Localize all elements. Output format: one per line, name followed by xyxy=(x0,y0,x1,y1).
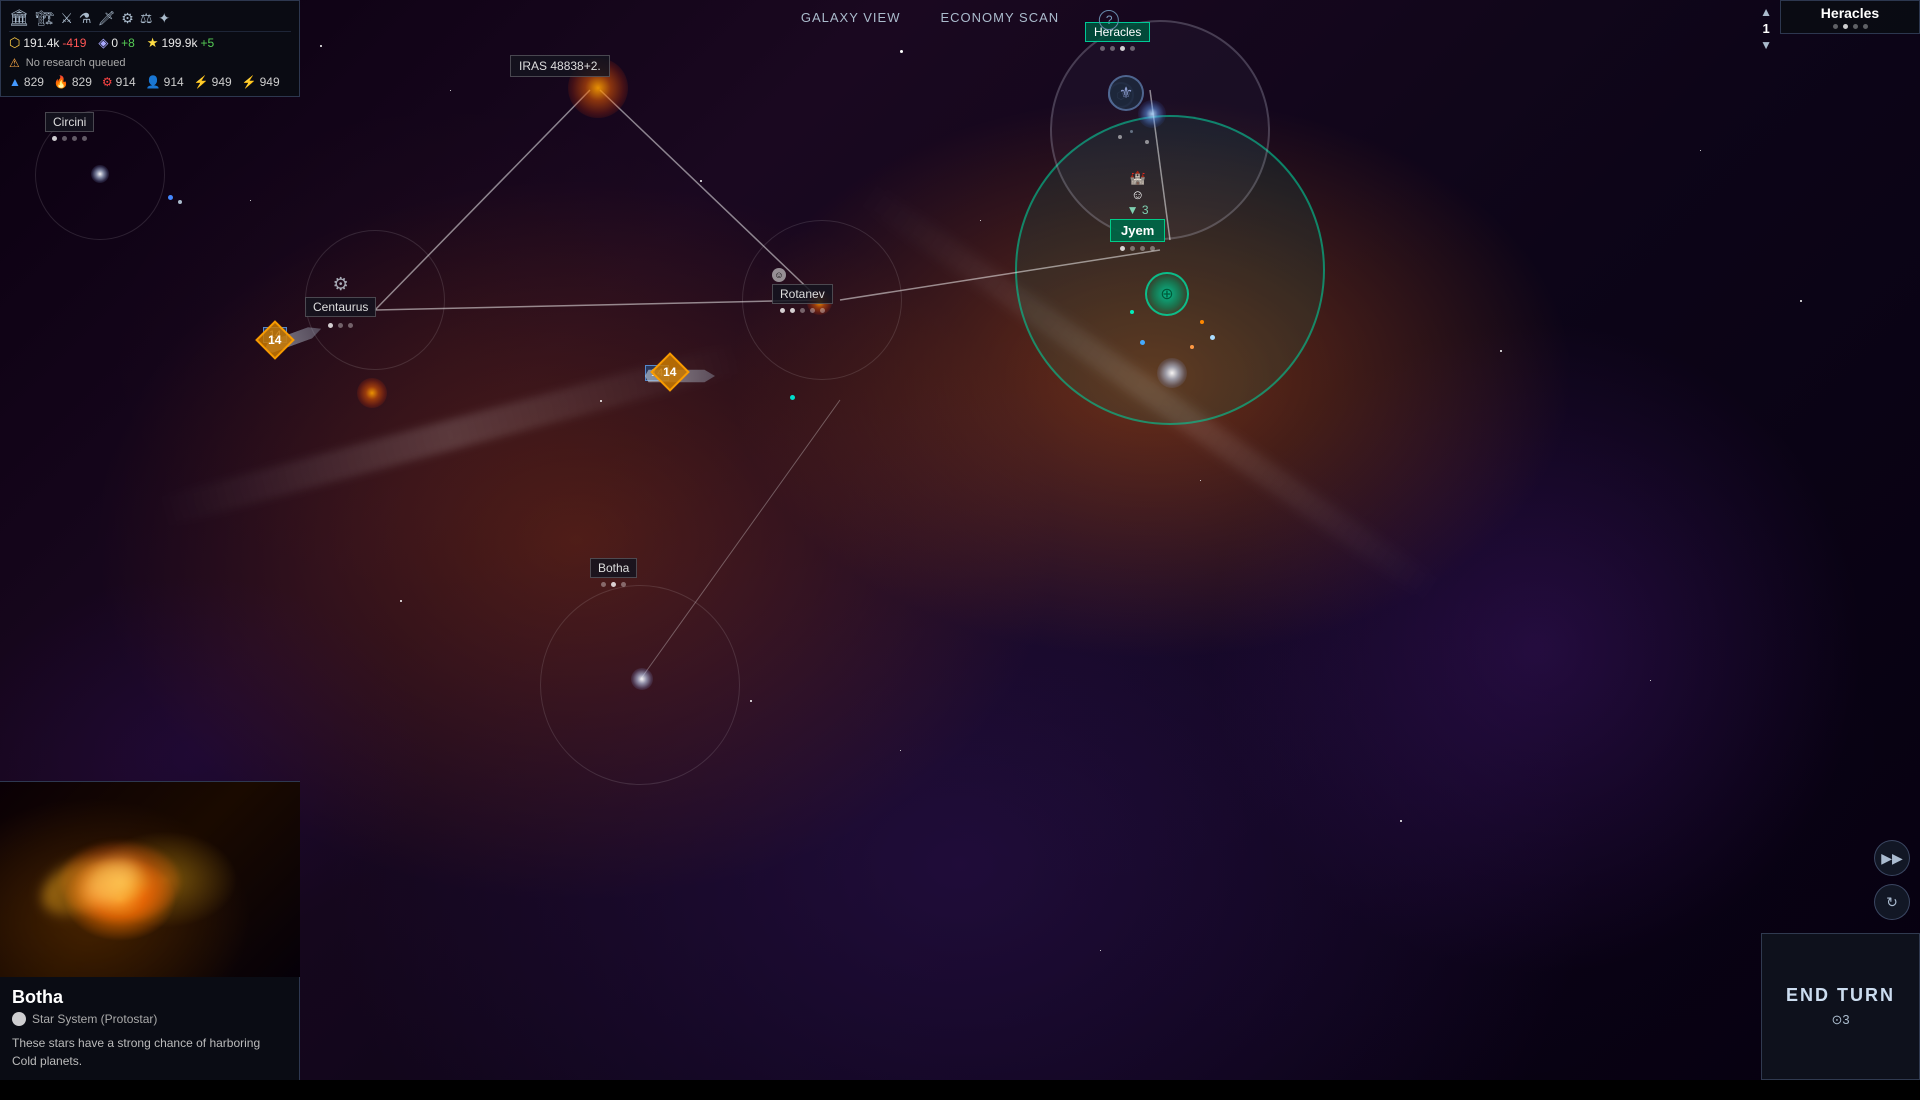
selected-system-type: Star System (Protostar) xyxy=(12,1012,287,1026)
heracles-small-dot-2 xyxy=(1130,130,1133,133)
industry-display[interactable]: ⚙ 914 xyxy=(102,75,136,89)
bg-star xyxy=(250,200,251,201)
science-display[interactable]: ★ 199.9k +5 xyxy=(147,35,214,51)
galaxy-view-nav[interactable]: GALAXY VIEW xyxy=(801,10,901,30)
star-jyem-glow xyxy=(1157,358,1187,388)
bg-star xyxy=(1700,150,1701,151)
bg-star xyxy=(400,600,402,602)
empire-dots xyxy=(1791,24,1909,29)
selected-system-name: Botha xyxy=(12,987,287,1008)
buildings-icon[interactable]: 🏗 xyxy=(35,9,54,27)
centaurus-dots xyxy=(328,323,353,328)
fast-forward-btn[interactable]: ▶▶ xyxy=(1874,840,1910,876)
influence-display[interactable]: ◈ 0 +8 xyxy=(98,35,134,51)
credits-display[interactable]: ⬡ 191.4k -419 xyxy=(9,35,86,51)
turn-number: 1 xyxy=(1762,21,1769,36)
economy-scan-nav[interactable]: ECONOMY SCAN xyxy=(940,10,1059,30)
star-heracles-glow xyxy=(1138,100,1166,128)
bg-star xyxy=(980,220,981,221)
jyem-face-icon: ☺ xyxy=(1110,187,1165,202)
selected-system-description: These stars have a strong chance of harb… xyxy=(12,1034,287,1070)
production-display[interactable]: 🔥 829 xyxy=(54,75,92,89)
bg-star xyxy=(900,750,901,751)
star-circini-glow xyxy=(91,165,109,183)
protostar-icon xyxy=(12,1012,26,1026)
bg-star xyxy=(1650,680,1651,681)
star-botha-glow xyxy=(631,668,653,690)
system-botha[interactable]: Botha xyxy=(590,558,637,587)
right-side-buttons: ▶▶ ↻ xyxy=(1874,840,1910,920)
bg-star xyxy=(700,180,702,182)
economy-scan-info-icon[interactable]: ? xyxy=(1099,10,1119,30)
jyem-planet-2 xyxy=(1190,345,1194,349)
bg-star xyxy=(1500,350,1502,352)
selected-system-info: Botha Star System (Protostar) These star… xyxy=(0,977,299,1080)
centaurus-gear-icon: ⚙ xyxy=(333,274,349,295)
jyem-small-planet-orange xyxy=(1200,320,1204,324)
bg-star xyxy=(750,700,752,702)
circini-planet-blue xyxy=(168,195,173,200)
research-icon[interactable]: ⚗ xyxy=(79,10,92,27)
rotanev-planet-cyan xyxy=(790,395,795,400)
jyem-castle-icon: 🏰 xyxy=(1110,170,1165,186)
jyem-planet-3 xyxy=(1210,335,1215,340)
empire-panel: Heracles xyxy=(1780,0,1920,34)
resource-icons-row: 🏛 🏗 ⚔ ⚗ 🗡 ⚙ ⚖ ✦ xyxy=(9,5,291,32)
pop-display[interactable]: 👤 914 xyxy=(146,75,184,89)
star-centaurus-glow xyxy=(357,378,387,408)
bg-star xyxy=(1400,820,1402,822)
bg-star xyxy=(1200,480,1201,481)
bottom-left-info-panel: Botha Star System (Protostar) These star… xyxy=(0,781,300,1080)
jyem-main-orb: ⊕ xyxy=(1145,272,1189,316)
arrow-up-icon[interactable]: ▲ xyxy=(1760,5,1772,19)
jyem-pop-indicator: ▼ 3 xyxy=(1110,203,1165,217)
jyem-small-planet-cyan xyxy=(1130,310,1134,314)
research-row[interactable]: ⚠ No research queued xyxy=(9,54,291,72)
resource-values-row: ⬡ 191.4k -419 ◈ 0 +8 ★ 199.9k +5 xyxy=(9,32,291,54)
empire-population-icon[interactable]: 🏛 xyxy=(9,8,29,28)
settings-icon[interactable]: ⚙ xyxy=(121,10,134,27)
rotanev-face-icon: ☺ xyxy=(772,268,786,282)
units-icon[interactable]: ⚔ xyxy=(60,10,73,27)
arrow-down-icon[interactable]: ▼ xyxy=(1760,38,1772,52)
refresh-btn[interactable]: ↻ xyxy=(1874,884,1910,920)
bg-star xyxy=(1800,300,1802,302)
energy-display[interactable]: ⚡ 949 xyxy=(194,75,232,89)
heracles-small-dot-3 xyxy=(1145,140,1149,144)
food-display[interactable]: ▲ 829 xyxy=(9,75,44,89)
jyem-planet-1 xyxy=(1140,340,1145,345)
misc-icon[interactable]: ✦ xyxy=(158,10,170,27)
resources-row2: ▲ 829 🔥 829 ⚙ 914 👤 914 ⚡ 949 ⚡ 949 xyxy=(9,72,291,92)
bg-star xyxy=(1100,950,1101,951)
system-label-circini[interactable]: Circini xyxy=(45,112,94,141)
circini-planet-white xyxy=(178,200,182,204)
end-turn-counter: ⊙3 xyxy=(1831,1012,1849,1028)
heracles-small-dot-1 xyxy=(1118,135,1122,139)
circini-dots xyxy=(45,136,94,141)
top-center-nav: GALAXY VIEW ECONOMY SCAN ? xyxy=(801,10,1119,30)
resource-panel: 🏛 🏗 ⚔ ⚗ 🗡 ⚙ ⚖ ✦ ⬡ 191.4k -419 ◈ 0 +8 ★ 1… xyxy=(0,0,300,97)
turn-arrows: ▲ 1 ▼ xyxy=(1752,0,1780,57)
jyem-dots xyxy=(1110,246,1165,251)
botha-dots xyxy=(590,582,637,587)
end-turn-button[interactable]: END TURN ⊙3 xyxy=(1761,933,1920,1080)
system-jyem[interactable]: 🏰 ☺ ▼ 3 Jyem xyxy=(1110,170,1165,251)
dust-display[interactable]: ⚡ 949 xyxy=(242,75,280,89)
system-centaurus[interactable]: ⚙ Centaurus xyxy=(305,274,376,328)
diplomacy-icon[interactable]: 🗡 xyxy=(97,10,115,27)
top-right-panel: ▲ 1 ▼ Heracles xyxy=(1752,0,1920,57)
system-rotanev[interactable]: ☺ Rotanev xyxy=(772,268,833,313)
rotanev-dots xyxy=(772,308,833,313)
nebula-1 xyxy=(100,100,800,600)
selected-system-image xyxy=(0,782,300,977)
trade-icon[interactable]: ⚖ xyxy=(140,10,153,27)
